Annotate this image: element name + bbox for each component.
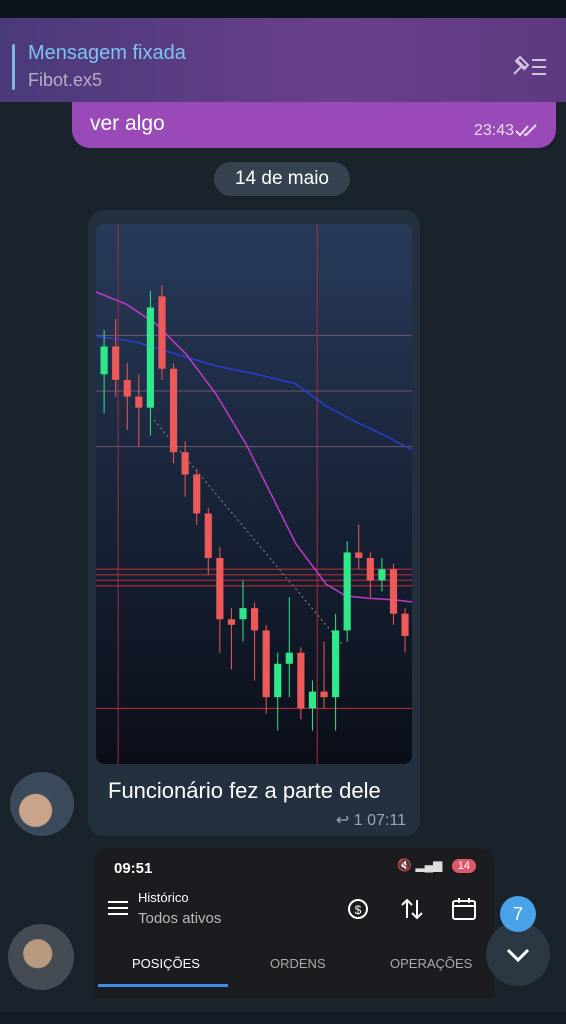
status-strip (0, 0, 566, 18)
candle-body (239, 608, 247, 620)
assets-filter[interactable]: Todos ativos (138, 910, 221, 927)
pinned-list-icon[interactable] (508, 52, 548, 82)
candle-body (285, 652, 293, 664)
candle-body (112, 346, 120, 380)
outgoing-message[interactable]: ver algo 23:43 (72, 102, 556, 148)
message-time: 23:43 (473, 122, 514, 139)
pinned-message-bar[interactable]: Mensagem fixada Fibot.ex5 (0, 18, 566, 102)
calendar-icon[interactable] (450, 896, 478, 922)
candle-body (135, 396, 143, 408)
candle-body (274, 663, 282, 698)
pinned-subtitle: Fibot.ex5 (28, 70, 103, 90)
candle-body (389, 569, 398, 614)
phone-status-icons: 🔇 ▂▄▆ 14 (397, 858, 476, 873)
reply-count: 1 (353, 812, 363, 829)
unread-count-badge: 7 (500, 896, 536, 932)
bottom-strip (0, 1012, 566, 1024)
sort-icon[interactable] (398, 896, 426, 922)
candle-body (343, 552, 351, 631)
candle-body (355, 552, 363, 559)
candle-body (401, 613, 409, 636)
candle-body (378, 569, 386, 581)
photo-message[interactable]: Funcionário fez a parte dele ↩ 1 07:11 (88, 210, 420, 836)
candle-body (227, 619, 236, 625)
signal-icon: ▂▄▆ (415, 858, 443, 872)
svg-text:$: $ (355, 903, 362, 917)
message-text: ver algo (90, 112, 165, 135)
message-meta: ↩ 1 07:11 (336, 810, 406, 830)
history-label: Histórico (138, 890, 189, 905)
candlestick-chart-image[interactable] (96, 224, 412, 764)
candle-body (262, 630, 270, 698)
candle-body (297, 652, 305, 709)
date-separator: 14 de maio (214, 162, 350, 196)
sync-icon[interactable]: $ (344, 896, 372, 922)
candle-body (100, 346, 108, 375)
avatar[interactable] (10, 772, 74, 836)
active-tab-indicator (98, 984, 228, 987)
tab-orders[interactable]: ORDENS (270, 956, 326, 971)
pinned-accent-bar (12, 44, 15, 90)
pinned-title: Mensagem fixada (28, 42, 186, 64)
tab-operations[interactable]: OPERAÇÕES (390, 956, 472, 971)
phone-clock: 09:51 (114, 860, 153, 877)
candle-body (181, 452, 189, 475)
mute-icon: 🔇 (397, 858, 413, 872)
candle-body (366, 558, 374, 581)
candle-body (146, 307, 154, 408)
candle-body (123, 379, 131, 397)
tab-positions[interactable]: POSIÇÕES (132, 956, 200, 971)
battery-badge: 14 (451, 859, 476, 873)
avatar[interactable] (8, 924, 74, 990)
candle-body (193, 474, 201, 514)
candle-body (332, 630, 340, 698)
candle-body (216, 558, 224, 620)
candle-body (320, 691, 328, 698)
message-time: 07:11 (367, 812, 406, 829)
photo-caption: Funcionário fez a parte dele (108, 778, 381, 803)
candle-body (250, 608, 259, 631)
screenshot-message[interactable]: 09:51 🔇 ▂▄▆ 14 Histórico Todos ativos $ … (94, 848, 494, 998)
double-check-icon (515, 124, 537, 137)
candle-body (169, 368, 178, 453)
chart-background (96, 224, 412, 764)
candle-body (204, 513, 212, 559)
candle-body (158, 296, 166, 369)
candle-body (308, 691, 317, 709)
menu-icon[interactable] (108, 900, 128, 916)
reply-icon: ↩ (335, 812, 350, 829)
